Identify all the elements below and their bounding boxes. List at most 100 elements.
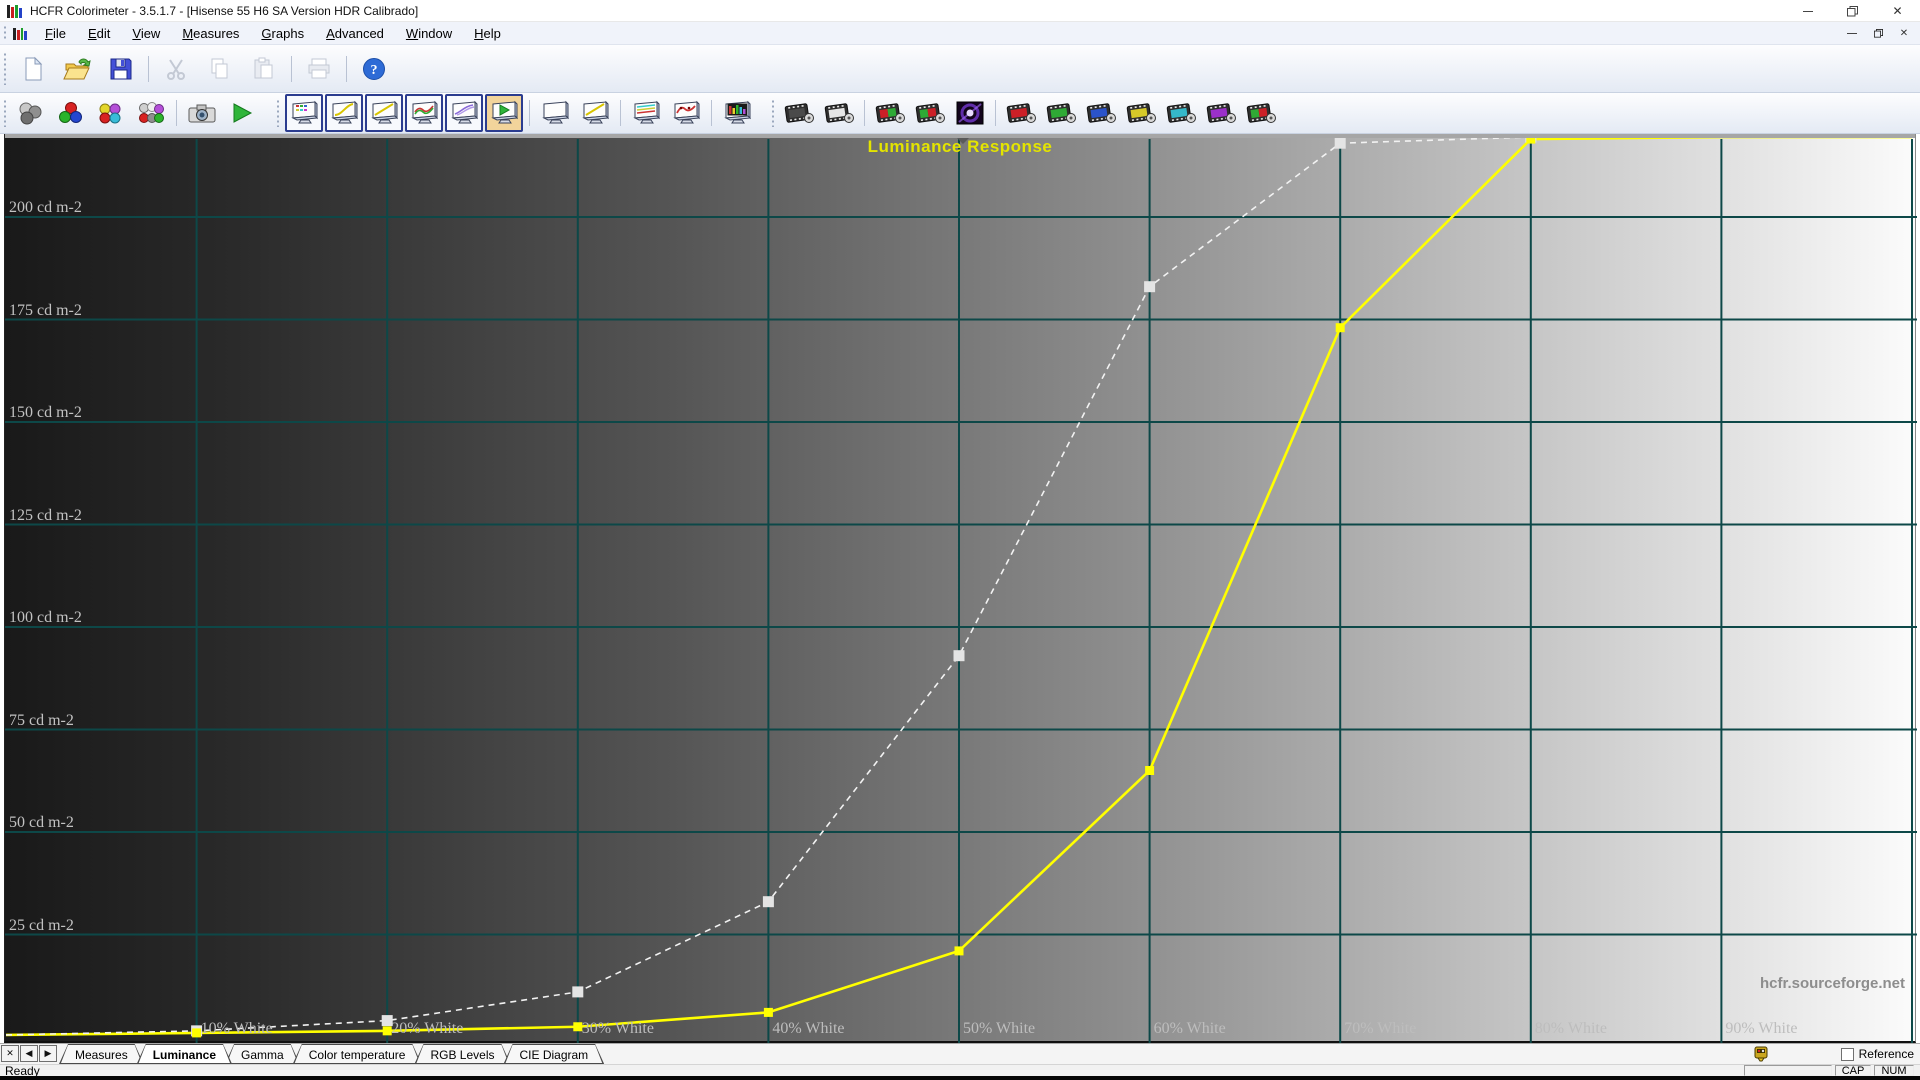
toolbar-separator [346, 56, 347, 82]
chart-title: Luminance Response [5, 137, 1915, 157]
x-axis-label: 70% White [1344, 1020, 1416, 1038]
measure-secondaries-button[interactable] [93, 95, 129, 131]
film-purple-button[interactable] [1203, 95, 1239, 131]
help-button[interactable]: ? [354, 49, 394, 89]
luminance-response-chart: Luminance Response hcfr.sourceforge.net … [4, 134, 1916, 1043]
chart-plot-area [5, 134, 1917, 1043]
film-red-green-button[interactable] [872, 95, 908, 131]
toolbar-separator [995, 100, 996, 126]
tab-color-temperature[interactable]: Color temperature [293, 1044, 422, 1064]
status-indicator-num: NUM [1874, 1065, 1914, 1076]
toolbar-separator [864, 100, 865, 126]
view-gamma-curve-button[interactable] [325, 94, 363, 132]
film-red-green-2-button[interactable] [912, 95, 948, 131]
y-axis-label: 100 cd m-2 [9, 609, 82, 627]
view-measures-grid-button[interactable] [285, 94, 323, 132]
film-multicolor-button[interactable] [1243, 95, 1279, 131]
tab-label: Measures [60, 1045, 143, 1063]
film-white-button[interactable] [821, 95, 857, 131]
film-blue-button[interactable] [1083, 95, 1119, 131]
toolbar-grip[interactable] [3, 99, 7, 127]
y-axis-label: 150 cd m-2 [9, 404, 82, 422]
view-color-temperature-button[interactable] [445, 94, 483, 132]
window-title: HCFR Colorimeter - 3.5.1.7 - [Hisense 55… [30, 4, 418, 18]
tab-measures[interactable]: Measures [59, 1044, 144, 1064]
new-file-button[interactable] [13, 49, 53, 89]
mdi-minimize-button[interactable] [1840, 25, 1864, 42]
menu-item-view[interactable]: View [121, 23, 171, 44]
sensor-snapshot-button[interactable] [184, 95, 220, 131]
toolbar-grip[interactable] [276, 99, 280, 127]
film-green-button[interactable] [1043, 95, 1079, 131]
menu-item-help[interactable]: Help [463, 23, 512, 44]
film-red-button[interactable] [1003, 95, 1039, 131]
film-cyan-button[interactable] [1163, 95, 1199, 131]
view-tabbar: ✕ ◀ ▶ MeasuresLuminanceGammaColor temper… [0, 1043, 1920, 1064]
galaxy-pattern-button[interactable] [952, 95, 988, 131]
view-luminance-curve-button[interactable] [365, 94, 403, 132]
paste-button[interactable] [244, 49, 284, 89]
tab-gamma[interactable]: Gamma [225, 1044, 300, 1064]
tab-prev-button[interactable]: ◀ [20, 1045, 38, 1062]
reference-checkbox[interactable] [1841, 1048, 1854, 1061]
close-button[interactable]: ✕ [1875, 0, 1920, 22]
toolbar-grip[interactable] [771, 99, 775, 127]
toolbar-separator [529, 100, 530, 126]
toolbar-separator [291, 56, 292, 82]
document-icon[interactable] [13, 27, 27, 40]
tab-label: Luminance [138, 1045, 231, 1063]
status-cell-empty [1744, 1065, 1832, 1076]
tab-cie-diagram[interactable]: CIE Diagram [503, 1044, 604, 1064]
y-axis-label: 50 cd m-2 [9, 814, 74, 832]
app-icon [7, 4, 22, 18]
view-plain-button[interactable] [537, 95, 573, 131]
view-free-measures-button[interactable] [485, 94, 523, 132]
menu-item-edit[interactable]: Edit [77, 23, 121, 44]
menu-item-file[interactable]: File [34, 23, 77, 44]
y-axis-label: 75 cd m-2 [9, 712, 74, 730]
view-spectrum-button[interactable] [719, 95, 755, 131]
print-button[interactable] [299, 49, 339, 89]
measures-toolbar [0, 93, 1920, 134]
tab-label: RGB Levels [415, 1045, 509, 1063]
minimize-button[interactable] [1785, 0, 1830, 22]
menu-item-measures[interactable]: Measures [171, 23, 250, 44]
tab-close-button[interactable]: ✕ [1, 1045, 19, 1062]
restore-button[interactable] [1830, 0, 1875, 22]
tab-luminance[interactable]: Luminance [137, 1044, 232, 1064]
mdi-close-button[interactable]: ✕ [1892, 25, 1916, 42]
menu-item-graphs[interactable]: Graphs [250, 23, 315, 44]
tab-label: CIE Diagram [504, 1045, 603, 1063]
toolbar-separator [711, 100, 712, 126]
menubar-grip[interactable] [3, 25, 7, 40]
x-axis-label: 10% White [201, 1020, 273, 1038]
statusbar: Ready CAPNUM [0, 1064, 1920, 1076]
tab-label: Color temperature [294, 1045, 421, 1063]
view-rgb-levels-button[interactable] [405, 94, 443, 132]
tab-label: Gamma [226, 1045, 299, 1063]
film-yellow-button[interactable] [1123, 95, 1159, 131]
hcfr-status-icon [1753, 1046, 1769, 1062]
measure-all-colors-button[interactable] [133, 95, 169, 131]
copy-button[interactable] [200, 49, 240, 89]
view-multi-curves-button[interactable] [628, 95, 664, 131]
view-saturation-curve-button[interactable] [668, 95, 704, 131]
mdi-restore-button[interactable] [1866, 25, 1890, 42]
toolbar-separator [148, 56, 149, 82]
measure-grayscale-button[interactable] [13, 95, 49, 131]
measure-primaries-button[interactable] [53, 95, 89, 131]
run-measures-button[interactable] [224, 95, 260, 131]
tab-rgb-levels[interactable]: RGB Levels [414, 1044, 510, 1064]
standard-toolbar: ? [0, 45, 1920, 93]
y-axis-label: 125 cd m-2 [9, 507, 82, 525]
cut-button[interactable] [156, 49, 196, 89]
menu-item-window[interactable]: Window [395, 23, 463, 44]
film-black-button[interactable] [781, 95, 817, 131]
save-file-button[interactable] [101, 49, 141, 89]
menu-item-advanced[interactable]: Advanced [315, 23, 395, 44]
toolbar-grip[interactable] [3, 52, 7, 85]
open-file-button[interactable] [57, 49, 97, 89]
tab-next-button[interactable]: ▶ [39, 1045, 57, 1062]
toolbar-separator [176, 100, 177, 126]
view-near-white-button[interactable] [577, 95, 613, 131]
